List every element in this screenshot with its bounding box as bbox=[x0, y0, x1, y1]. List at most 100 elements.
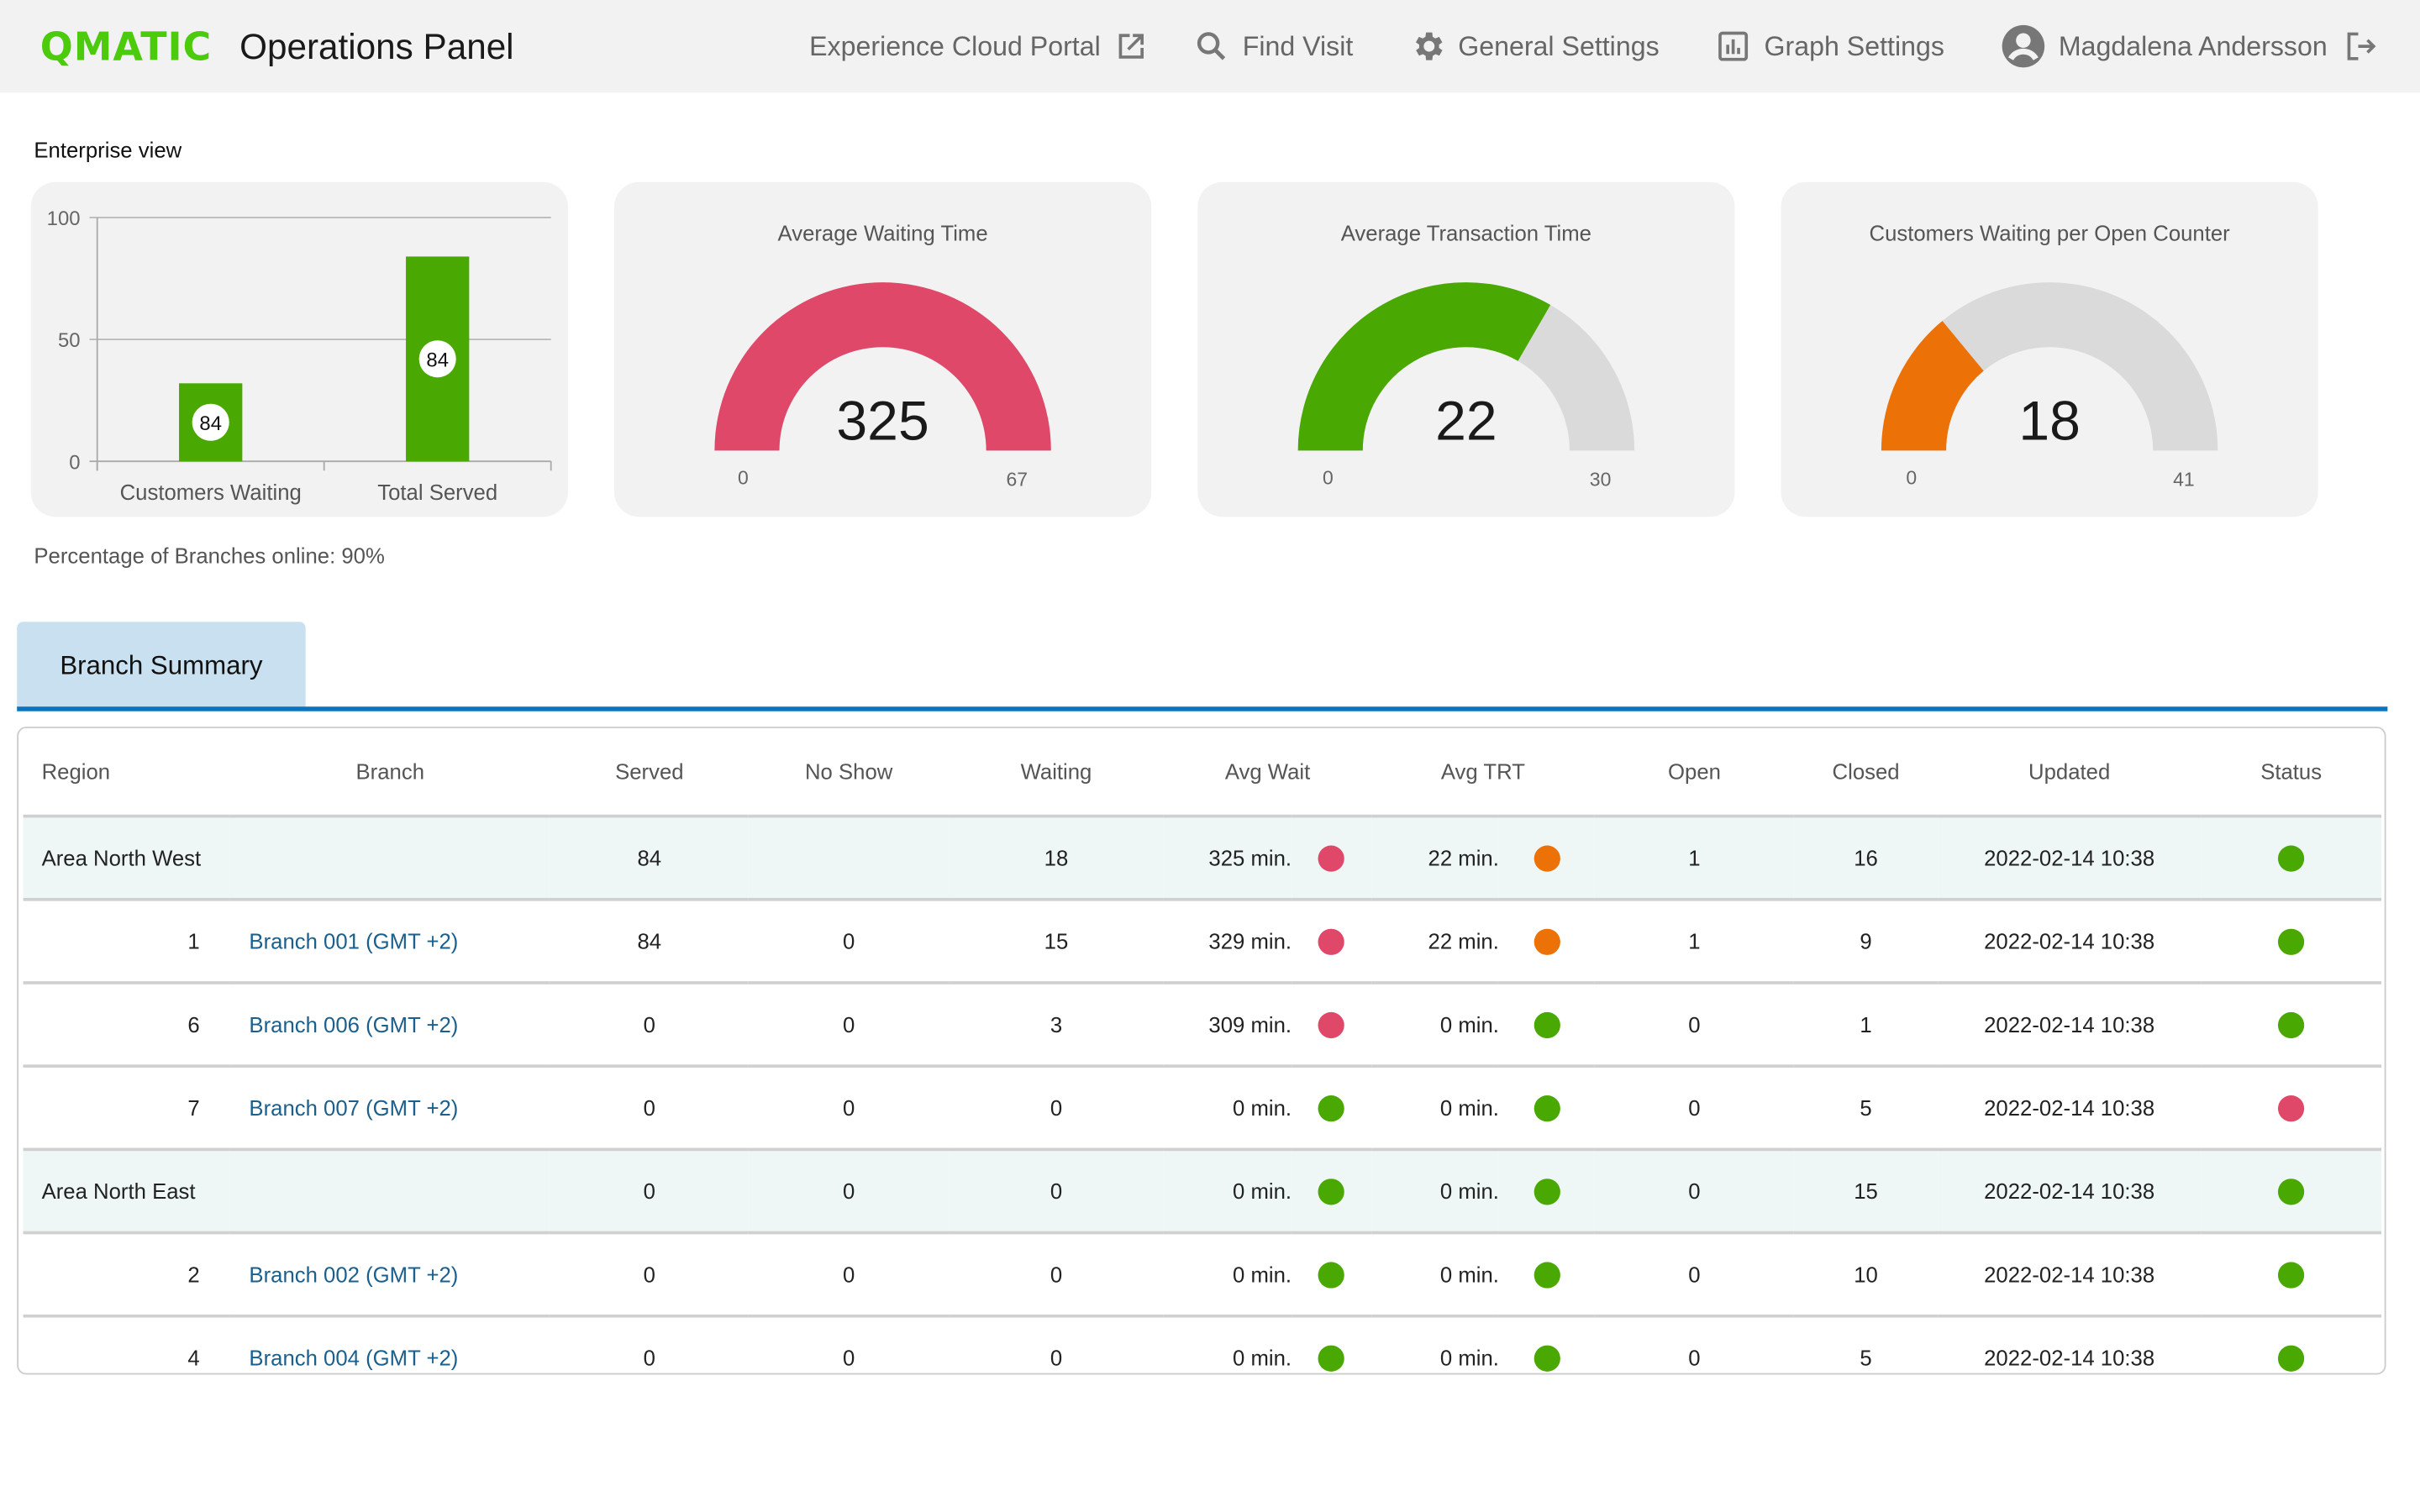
open-cell: 0 bbox=[1594, 1149, 1795, 1235]
top-bar: QMATIC Operations Panel Experience Cloud… bbox=[0, 0, 2420, 93]
nav-label: Experience Cloud Portal bbox=[809, 29, 1101, 61]
nav-label: Find Visit bbox=[1242, 29, 1354, 61]
avg-wait-cell: 329 min. bbox=[1164, 899, 1292, 984]
find-visit-button[interactable]: Find Visit bbox=[1193, 28, 1365, 65]
waiting-cell: 15 bbox=[948, 899, 1165, 984]
branch-link[interactable]: Branch 001 (GMT +2) bbox=[249, 929, 458, 953]
status-dot-icon bbox=[2278, 1262, 2305, 1289]
data-label: 84 bbox=[426, 349, 449, 371]
branch-link[interactable]: Branch 002 (GMT +2) bbox=[249, 1262, 458, 1286]
gauge-max-label: 67 bbox=[1006, 469, 1028, 491]
avg-wait-status-dot-icon bbox=[1318, 1011, 1345, 1038]
gauge-min-label: 0 bbox=[737, 467, 749, 490]
status-dot-icon bbox=[2278, 845, 2305, 872]
experience-cloud-portal-link[interactable]: Experience Cloud Portal bbox=[797, 28, 1150, 65]
no-show-cell: 0 bbox=[749, 1066, 949, 1152]
graph-settings-button[interactable]: Graph Settings bbox=[1715, 28, 1957, 65]
general-settings-button[interactable]: General Settings bbox=[1408, 28, 1671, 65]
branch-id-cell: 7 bbox=[23, 1066, 231, 1152]
bar-chart-card: 0 50 100 84 Customers Waiting 84 Total Served bbox=[30, 181, 568, 517]
branch-link[interactable]: Branch 007 (GMT +2) bbox=[249, 1095, 458, 1120]
column-header-status[interactable]: Status bbox=[2201, 727, 2382, 818]
column-header-served[interactable]: Served bbox=[550, 727, 750, 818]
avg-trt-status-dot-icon bbox=[1534, 1262, 1560, 1289]
no-show-cell bbox=[749, 816, 949, 901]
updated-cell: 2022-02-14 10:38 bbox=[1938, 1149, 2202, 1235]
waiting-cell: 0 bbox=[948, 1232, 1165, 1318]
region-row: Area North West 84 18 325 min. 22 min. 1… bbox=[23, 816, 2382, 901]
customers-per-counter-gauge bbox=[1881, 282, 2218, 451]
status-dot-icon bbox=[2278, 1095, 2305, 1122]
column-header-updated[interactable]: Updated bbox=[1938, 727, 2202, 818]
avg-wait-cell: 0 min. bbox=[1164, 1066, 1292, 1152]
avg-wait-status bbox=[1292, 1066, 1371, 1152]
branch-link[interactable]: Branch 004 (GMT +2) bbox=[249, 1346, 458, 1370]
gauge-value: 22 bbox=[1435, 388, 1497, 453]
updated-cell: 2022-02-14 10:38 bbox=[1938, 982, 2202, 1068]
waiting-cell: 0 bbox=[948, 1066, 1165, 1152]
branch-cell bbox=[230, 816, 550, 901]
column-header-branch[interactable]: Branch bbox=[230, 727, 550, 818]
branch-link[interactable]: Branch 006 (GMT +2) bbox=[249, 1012, 458, 1037]
status-dot-icon bbox=[2278, 928, 2305, 955]
waiting-cell: 3 bbox=[948, 982, 1165, 1068]
updated-cell: 2022-02-14 10:38 bbox=[1938, 899, 2202, 984]
avg-wait-status bbox=[1292, 899, 1371, 984]
user-menu[interactable]: Magdalena Andersson bbox=[2000, 24, 2339, 70]
logout-button[interactable] bbox=[2343, 28, 2380, 65]
gear-icon bbox=[1415, 32, 1443, 60]
column-header-no-show[interactable]: No Show bbox=[749, 727, 949, 818]
no-show-cell: 0 bbox=[749, 1232, 949, 1318]
served-cell: 0 bbox=[550, 1232, 750, 1318]
column-header-closed[interactable]: Closed bbox=[1794, 727, 1939, 818]
column-header-region[interactable]: Region bbox=[23, 727, 231, 818]
branch-id-cell: 1 bbox=[23, 899, 231, 984]
status-cell bbox=[2201, 816, 2382, 901]
status-cell bbox=[2201, 1066, 2382, 1152]
column-header-waiting[interactable]: Waiting bbox=[948, 727, 1165, 818]
region-cell: Area North West bbox=[23, 816, 231, 901]
avg-trt-cell: 0 min. bbox=[1439, 1345, 1499, 1370]
gauge-max-label: 41 bbox=[2173, 469, 2195, 491]
user-avatar-icon bbox=[2002, 24, 2044, 68]
qmatic-logo[interactable]: QMATIC bbox=[40, 24, 212, 68]
avg-trt-status-dot-icon bbox=[1534, 928, 1560, 955]
branch-row: 4 Branch 004 (GMT +2) 0 0 0 0 min. 0 min… bbox=[24, 1316, 2381, 1373]
search-icon bbox=[1197, 32, 1226, 60]
avg-wait-cell: 325 min. bbox=[1164, 816, 1292, 901]
avg-trt-cell: 0 min. bbox=[1370, 1149, 1499, 1235]
no-show-cell: 0 bbox=[749, 982, 949, 1068]
avg-wait-status bbox=[1292, 1149, 1371, 1235]
column-header-avg-trt[interactable]: Avg TRT bbox=[1370, 727, 1595, 818]
y-tick-label: 0 bbox=[69, 451, 80, 474]
avg-wait-cell: 0 min. bbox=[1164, 1232, 1292, 1318]
customers-bar-chart: 0 50 100 84 Customers Waiting 84 Total Served bbox=[47, 207, 552, 505]
avg-trt-status-dot-icon bbox=[1534, 1095, 1560, 1122]
avg-trt-status bbox=[1498, 1066, 1595, 1152]
branch-cell bbox=[230, 1149, 550, 1235]
no-show-cell: 0 bbox=[749, 1149, 949, 1235]
gauge-card-customers-per-counter: Customers Waiting per Open Counter 18 0 … bbox=[1781, 181, 2318, 517]
branch-id-cell: 2 bbox=[23, 1232, 231, 1318]
nav-label: General Settings bbox=[1458, 29, 1660, 61]
column-header-avg-wait[interactable]: Avg Wait bbox=[1164, 727, 1371, 818]
avg-trt-cell: 0 min. bbox=[1370, 982, 1499, 1068]
status-cell bbox=[2201, 982, 2382, 1068]
avg-trt-cell: 0 min. bbox=[1370, 1066, 1499, 1152]
avg-trt-status-dot-icon bbox=[1534, 845, 1560, 872]
gauge-max-label: 30 bbox=[1589, 469, 1612, 491]
closed-cell: 9 bbox=[1794, 899, 1939, 984]
gauge-min-label: 0 bbox=[1323, 467, 1334, 490]
avg-wait-cell: 309 min. bbox=[1164, 982, 1292, 1068]
tab-branch-summary[interactable]: Branch Summary bbox=[17, 622, 306, 710]
avg-trt-status-dot-icon bbox=[1534, 1345, 1560, 1372]
avg-trt-status-dot-icon bbox=[1534, 1011, 1560, 1038]
branch-id-cell: 4 bbox=[187, 1345, 200, 1370]
column-header-open[interactable]: Open bbox=[1594, 727, 1795, 818]
top-nav: Experience Cloud Portal Find Visit Gener… bbox=[754, 0, 2380, 92]
closed-cell: 1 bbox=[1794, 982, 1939, 1068]
avg-wait-status-dot-icon bbox=[1318, 1179, 1345, 1205]
no-show-cell: 0 bbox=[842, 1345, 855, 1370]
open-cell: 1 bbox=[1594, 816, 1795, 901]
data-label: 84 bbox=[199, 412, 222, 435]
